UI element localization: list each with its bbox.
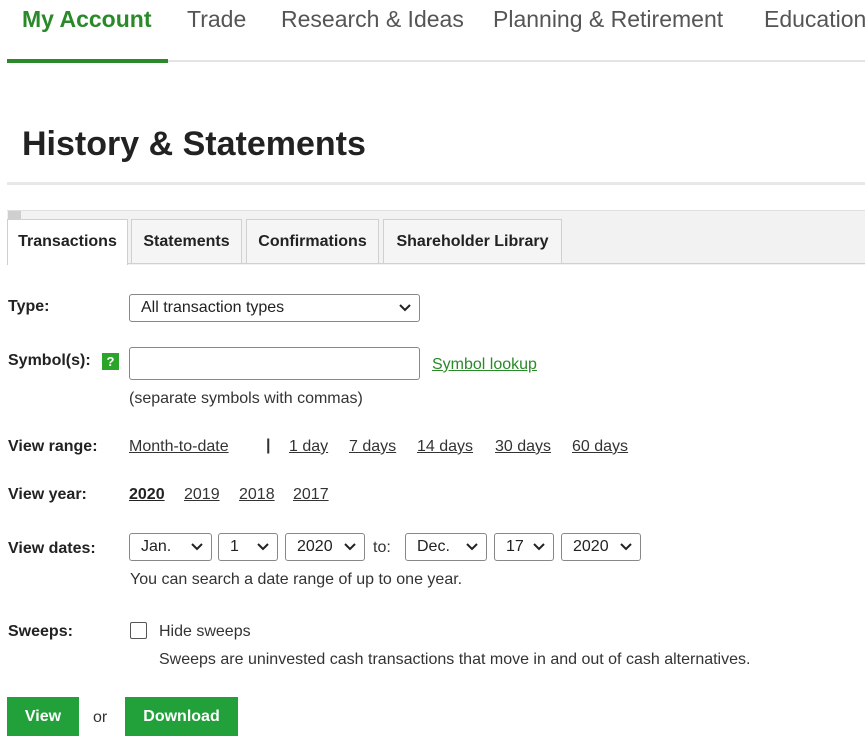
year-2019[interactable]: 2019: [184, 486, 220, 504]
type-select[interactable]: All transaction types: [129, 294, 420, 322]
active-nav-indicator: [7, 59, 168, 63]
date-range-hint: You can search a date range of up to one…: [130, 571, 463, 588]
nav-trade[interactable]: Trade: [187, 6, 246, 33]
chevron-down-icon: [399, 304, 411, 312]
from-day-value: 1: [230, 538, 239, 555]
nav-planning-retirement[interactable]: Planning & Retirement: [493, 6, 723, 33]
hide-sweeps-label[interactable]: Hide sweeps: [159, 623, 251, 641]
sweeps-label: Sweeps:: [8, 623, 73, 640]
view-dates-label: View dates:: [8, 540, 96, 557]
to-month-value: Dec.: [417, 538, 450, 555]
range-30-days[interactable]: 30 days: [495, 438, 551, 456]
nav-education[interactable]: Education: [764, 6, 865, 33]
symbols-label: Symbol(s):: [8, 352, 91, 369]
view-button[interactable]: View: [7, 697, 79, 736]
top-navigation: My Account Trade Research & Ideas Planni…: [0, 0, 865, 64]
tab-transactions[interactable]: Transactions: [7, 219, 128, 265]
range-60-days[interactable]: 60 days: [572, 438, 628, 456]
symbol-lookup-link[interactable]: Symbol lookup: [432, 356, 537, 374]
tab-confirmations[interactable]: Confirmations: [246, 219, 379, 263]
help-icon[interactable]: ?: [102, 353, 119, 370]
nav-research-ideas[interactable]: Research & Ideas: [281, 6, 464, 33]
chevron-down-icon: [466, 543, 478, 551]
range-separator: |: [266, 437, 271, 454]
from-year-value: 2020: [297, 538, 333, 555]
symbols-input[interactable]: [129, 347, 420, 380]
range-month-to-date[interactable]: Month-to-date: [129, 438, 229, 456]
chevron-down-icon: [533, 543, 545, 551]
view-range-label: View range:: [8, 438, 98, 455]
tab-statements[interactable]: Statements: [131, 219, 242, 263]
year-2017[interactable]: 2017: [293, 486, 329, 504]
chevron-down-icon: [344, 543, 356, 551]
to-month-select[interactable]: Dec.: [405, 533, 487, 561]
download-button[interactable]: Download: [125, 697, 238, 736]
tab-shareholder-library[interactable]: Shareholder Library: [383, 219, 562, 263]
chevron-down-icon: [620, 543, 632, 551]
range-7-days[interactable]: 7 days: [349, 438, 396, 456]
title-divider: [7, 182, 865, 185]
hide-sweeps-checkbox[interactable]: [130, 622, 147, 639]
nav-divider: [168, 60, 865, 62]
year-2018[interactable]: 2018: [239, 486, 275, 504]
to-day-value: 17: [506, 538, 524, 555]
to-day-select[interactable]: 17: [494, 533, 554, 561]
from-month-select[interactable]: Jan.: [129, 533, 212, 561]
year-2020[interactable]: 2020: [129, 486, 165, 504]
to-year-value: 2020: [573, 538, 609, 555]
type-select-value: All transaction types: [141, 299, 285, 316]
nav-my-account[interactable]: My Account: [22, 6, 152, 33]
chevron-down-icon: [257, 543, 269, 551]
from-day-select[interactable]: 1: [218, 533, 278, 561]
sweeps-hint: Sweeps are uninvested cash transactions …: [159, 651, 751, 668]
range-1-day[interactable]: 1 day: [289, 438, 328, 456]
symbols-hint: (separate symbols with commas): [129, 390, 363, 407]
chevron-down-icon: [191, 543, 203, 551]
from-month-value: Jan.: [141, 538, 172, 555]
range-14-days[interactable]: 14 days: [417, 438, 473, 456]
from-year-select[interactable]: 2020: [285, 533, 365, 561]
page-title: History & Statements: [22, 125, 366, 163]
view-year-label: View year:: [8, 486, 87, 503]
or-label: or: [93, 709, 108, 726]
to-year-select[interactable]: 2020: [561, 533, 641, 561]
type-label: Type:: [8, 298, 50, 315]
to-label: to:: [373, 539, 391, 556]
